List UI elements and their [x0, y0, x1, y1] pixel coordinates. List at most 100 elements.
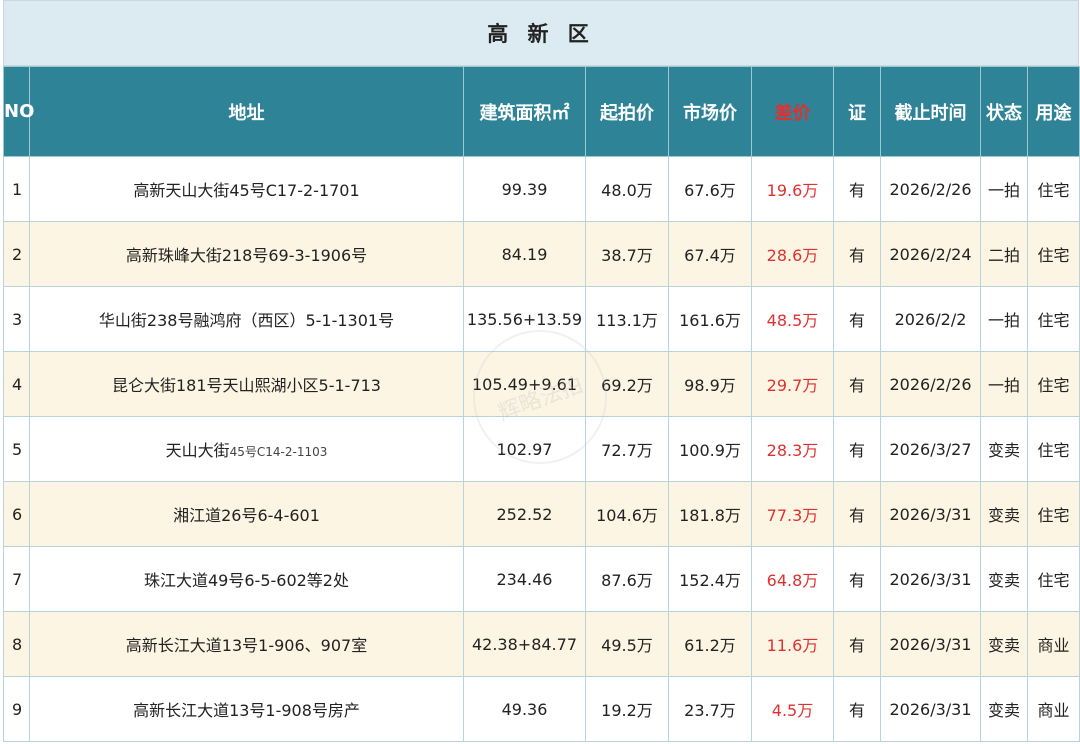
cell-deadline: 2026/2/26 — [880, 351, 981, 417]
auction-table-page: 高 新 区 NO 地址 建筑面积㎡ 起拍价 市场价 差价 证 截止时间 状态 用… — [3, 0, 1080, 744]
cell-market-price: 98.9万 — [668, 351, 752, 417]
header-diff: 差价 — [751, 66, 834, 157]
cell-area: 42.38+84.77 — [463, 611, 586, 677]
cell-usage: 商业 — [1027, 611, 1080, 677]
header-usage: 用途 — [1027, 66, 1080, 157]
cell-address: 华山街238号融鸿府（西区）5-1-1301号 — [29, 286, 464, 352]
cell-area: 49.36 — [463, 676, 586, 742]
cell-no: 9 — [3, 676, 30, 742]
cell-cert: 有 — [833, 481, 881, 547]
table-row: 1 高新天山大街45号C17-2-1701 99.39 48.0万 67.6万 … — [3, 156, 1080, 222]
cell-diff: 19.6万 — [751, 156, 834, 222]
cell-diff: 28.6万 — [751, 221, 834, 287]
cell-cert: 有 — [833, 676, 881, 742]
cell-diff: 29.7万 — [751, 351, 834, 417]
cell-address: 高新天山大街45号C17-2-1701 — [29, 156, 464, 222]
cell-address: 天山大街45号C14-2-1103 — [29, 416, 464, 482]
address-small: 45号C14-2-1103 — [229, 445, 328, 459]
table-row: 8 高新长江大道13号1-906、907室 42.38+84.77 49.5万 … — [3, 611, 1080, 677]
cell-area: 105.49+9.61 — [463, 351, 586, 417]
table-row: 4 昆仑大街181号天山熙湖小区5-1-713 105.49+9.61 69.2… — [3, 351, 1080, 417]
cell-deadline: 2026/2/26 — [880, 156, 981, 222]
cell-area: 252.52 — [463, 481, 586, 547]
cell-start-price: 38.7万 — [585, 221, 669, 287]
cell-area: 234.46 — [463, 546, 586, 612]
cell-cert: 有 — [833, 156, 881, 222]
cell-market-price: 67.4万 — [668, 221, 752, 287]
cell-usage: 住宅 — [1027, 416, 1080, 482]
cell-deadline: 2026/3/27 — [880, 416, 981, 482]
cell-address: 湘江道26号6-4-601 — [29, 481, 464, 547]
cell-deadline: 2026/2/24 — [880, 221, 981, 287]
cell-cert: 有 — [833, 546, 881, 612]
table-row: 6 湘江道26号6-4-601 252.52 104.6万 181.8万 77.… — [3, 481, 1080, 547]
cell-address: 珠江大道49号6-5-602等2处 — [29, 546, 464, 612]
cell-deadline: 2026/3/31 — [880, 611, 981, 677]
cell-cert: 有 — [833, 416, 881, 482]
header-address: 地址 — [29, 66, 464, 157]
cell-market-price: 100.9万 — [668, 416, 752, 482]
cell-area: 102.97 — [463, 416, 586, 482]
cell-address: 高新珠峰大街218号69-3-1906号 — [29, 221, 464, 287]
cell-start-price: 72.7万 — [585, 416, 669, 482]
cell-start-price: 104.6万 — [585, 481, 669, 547]
cell-area: 84.19 — [463, 221, 586, 287]
cell-deadline: 2026/3/31 — [880, 676, 981, 742]
cell-address: 高新长江大道13号1-906、907室 — [29, 611, 464, 677]
property-table: NO 地址 建筑面积㎡ 起拍价 市场价 差价 证 截止时间 状态 用途 1 高新… — [3, 66, 1080, 742]
cell-cert: 有 — [833, 351, 881, 417]
table-row: 3 华山街238号融鸿府（西区）5-1-1301号 135.56+13.59 1… — [3, 286, 1080, 352]
cell-no: 5 — [3, 416, 30, 482]
cell-deadline: 2026/3/31 — [880, 481, 981, 547]
header-start-price: 起拍价 — [585, 66, 669, 157]
table-row: 2 高新珠峰大街218号69-3-1906号 84.19 38.7万 67.4万… — [3, 221, 1080, 287]
cell-deadline: 2026/2/2 — [880, 286, 981, 352]
cell-start-price: 19.2万 — [585, 676, 669, 742]
cell-usage: 住宅 — [1027, 221, 1080, 287]
cell-start-price: 49.5万 — [585, 611, 669, 677]
cell-status: 变卖 — [980, 416, 1028, 482]
cell-start-price: 48.0万 — [585, 156, 669, 222]
cell-market-price: 181.8万 — [668, 481, 752, 547]
cell-market-price: 152.4万 — [668, 546, 752, 612]
cell-diff: 64.8万 — [751, 546, 834, 612]
cell-diff: 77.3万 — [751, 481, 834, 547]
header-row: NO 地址 建筑面积㎡ 起拍价 市场价 差价 证 截止时间 状态 用途 — [3, 66, 1080, 157]
cell-no: 4 — [3, 351, 30, 417]
cell-usage: 商业 — [1027, 676, 1080, 742]
cell-cert: 有 — [833, 286, 881, 352]
cell-status: 二拍 — [980, 221, 1028, 287]
cell-status: 变卖 — [980, 611, 1028, 677]
cell-start-price: 87.6万 — [585, 546, 669, 612]
cell-address: 高新长江大道13号1-908号房产 — [29, 676, 464, 742]
cell-start-price: 69.2万 — [585, 351, 669, 417]
cell-market-price: 67.6万 — [668, 156, 752, 222]
cell-status: 变卖 — [980, 546, 1028, 612]
cell-diff: 4.5万 — [751, 676, 834, 742]
table-row: 9 高新长江大道13号1-908号房产 49.36 19.2万 23.7万 4.… — [3, 676, 1080, 742]
cell-start-price: 113.1万 — [585, 286, 669, 352]
header-cert: 证 — [833, 66, 881, 157]
cell-status: 变卖 — [980, 481, 1028, 547]
cell-no: 6 — [3, 481, 30, 547]
header-deadline: 截止时间 — [880, 66, 981, 157]
cell-usage: 住宅 — [1027, 351, 1080, 417]
table-row: 5 天山大街45号C14-2-1103 102.97 72.7万 100.9万 … — [3, 416, 1080, 482]
cell-area: 135.56+13.59 — [463, 286, 586, 352]
cell-no: 7 — [3, 546, 30, 612]
cell-no: 2 — [3, 221, 30, 287]
cell-status: 一拍 — [980, 351, 1028, 417]
page-title: 高 新 区 — [3, 0, 1079, 66]
table-row: 7 珠江大道49号6-5-602等2处 234.46 87.6万 152.4万 … — [3, 546, 1080, 612]
cell-status: 变卖 — [980, 676, 1028, 742]
address-main: 天山大街 — [165, 441, 230, 460]
cell-deadline: 2026/3/31 — [880, 546, 981, 612]
cell-address: 昆仑大街181号天山熙湖小区5-1-713 — [29, 351, 464, 417]
cell-no: 8 — [3, 611, 30, 677]
cell-status: 一拍 — [980, 156, 1028, 222]
header-status: 状态 — [980, 66, 1028, 157]
header-market-price: 市场价 — [668, 66, 752, 157]
cell-diff: 48.5万 — [751, 286, 834, 352]
cell-usage: 住宅 — [1027, 481, 1080, 547]
cell-diff: 11.6万 — [751, 611, 834, 677]
